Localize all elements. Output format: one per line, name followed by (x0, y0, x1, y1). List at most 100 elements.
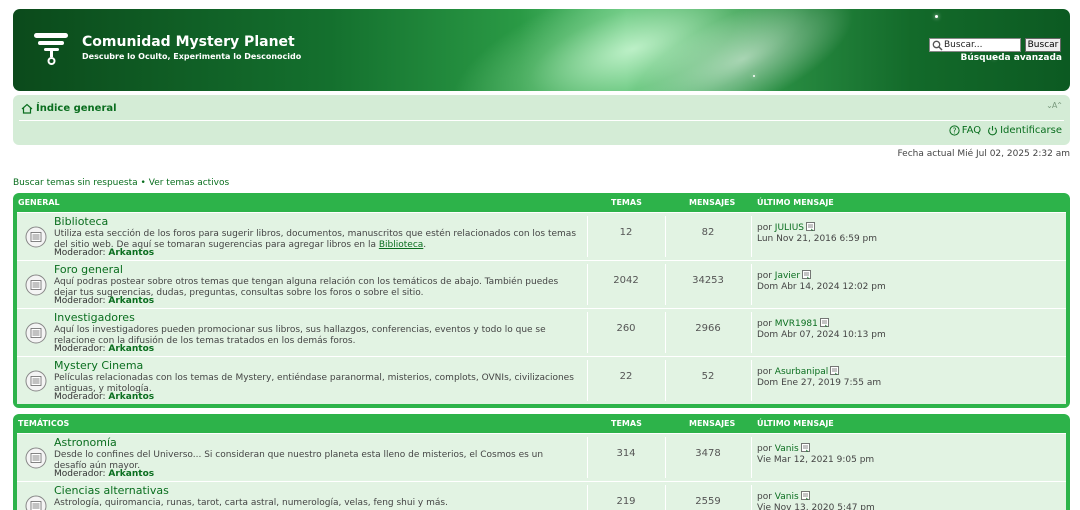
last-post-info: por MVR1981 Dom Abr 07, 2024 10:13 pm (757, 318, 886, 340)
svg-text:?: ? (952, 126, 956, 135)
last-post-info: por Vanis Vie Nov 13, 2020 5:47 pm (757, 491, 875, 510)
posts-column-header: MENSAJES (689, 419, 736, 428)
category-block: TEMÁTICOS TEMAS MENSAJES ÚLTIMO MENSAJE Astr… (13, 414, 1070, 510)
view-last-post-icon[interactable] (802, 270, 811, 279)
forum-title-link[interactable]: Foro general (54, 263, 123, 276)
last-post-author-link[interactable]: Asurbanipal (775, 367, 828, 377)
last-post-author-link[interactable]: Vanis (775, 444, 799, 454)
view-last-post-icon[interactable] (830, 366, 840, 375)
last-post-author-link[interactable]: JULIUS (775, 223, 804, 233)
font-resize-icon[interactable]: ⌄A⌃ (1046, 101, 1063, 110)
unanswered-topics-link[interactable]: Buscar temas sin respuesta (13, 178, 138, 188)
faq-link[interactable]: ? FAQ (949, 125, 981, 136)
category-header: TEMÁTICOS TEMAS MENSAJES ÚLTIMO MENSAJE (17, 414, 1066, 433)
search-box[interactable] (929, 38, 1021, 52)
forum-moderator: Moderador: Arkantos (54, 296, 155, 306)
advanced-search-link[interactable]: Búsqueda avanzada (961, 53, 1062, 63)
view-last-post-icon[interactable] (800, 491, 810, 500)
forum-title-link[interactable]: Mystery Cinema (54, 359, 143, 372)
view-last-post-icon[interactable] (806, 222, 815, 231)
view-last-post-icon[interactable] (819, 318, 829, 327)
header-star (753, 75, 755, 77)
search-input[interactable] (944, 40, 1020, 50)
moderator-link[interactable]: Arkantos (108, 344, 154, 354)
posts-count: 52 (701, 371, 715, 382)
last-post-date: Dom Abr 07, 2024 10:13 pm (757, 330, 886, 340)
last-post-column-header: ÚLTIMO MENSAJE (757, 419, 834, 428)
search-icon (932, 40, 943, 51)
forum-description: Astrología, quiromancia, runas, tarot, c… (54, 498, 448, 508)
moderator-link[interactable]: Arkantos (108, 392, 154, 402)
current-date: Fecha actual Mié Jul 02, 2025 2:32 am (897, 149, 1071, 159)
topics-count: 12 (619, 227, 633, 238)
category-header: GENERAL TEMAS MENSAJES ÚLTIMO MENSAJE (17, 193, 1066, 212)
login-link[interactable]: Identificarse (987, 125, 1062, 136)
navbar-divider (19, 120, 1064, 121)
topics-column-header: TEMAS (611, 419, 642, 428)
posts-count: 3478 (695, 448, 721, 459)
category-block: GENERAL TEMAS MENSAJES ÚLTIMO MENSAJE Biblio… (13, 193, 1070, 408)
forum-description-link[interactable]: Biblioteca (379, 240, 423, 250)
last-post-author-link[interactable]: MVR1981 (775, 319, 818, 329)
last-post-date: Vie Mar 12, 2021 9:05 pm (757, 455, 875, 465)
forum-title-link[interactable]: Investigadores (54, 311, 135, 324)
active-topics-link[interactable]: Ver temas activos (149, 178, 229, 188)
forum-moderator: Moderador: Arkantos (54, 392, 155, 402)
navbar: Índice general ⌄A⌃ ? FAQ Identificarse (13, 95, 1070, 145)
topics-count: 219 (616, 496, 636, 507)
forum-read-icon (25, 495, 47, 510)
forum-title-link[interactable]: Astronomía (54, 436, 117, 449)
question-icon: ? (949, 125, 960, 136)
column-divider (751, 264, 752, 305)
forum-moderator: Moderador: Arkantos (54, 248, 155, 258)
last-post-date: Dom Ene 27, 2019 7:55 am (757, 378, 882, 388)
forum-title-link[interactable]: Ciencias alternativas (54, 484, 169, 497)
site-description: Descubre lo Oculto, Experimenta lo Desco… (82, 52, 302, 61)
column-divider (751, 216, 752, 257)
forum-read-icon (25, 447, 47, 469)
last-post-info: por Asurbanipal Dom Ene 27, 2019 7:55 am (757, 366, 882, 388)
last-post-author-link[interactable]: Javier (775, 271, 800, 281)
column-divider (751, 360, 752, 401)
column-divider (751, 437, 752, 478)
topics-count: 314 (616, 448, 636, 459)
forum-moderator: Moderador: Arkantos (54, 469, 155, 479)
last-post-column-header: ÚLTIMO MENSAJE (757, 198, 834, 207)
topics-column-header: TEMAS (611, 198, 642, 207)
site-header: Comunidad Mystery Planet Descubre lo Ocu… (13, 9, 1070, 91)
forum-title-link[interactable]: Biblioteca (54, 215, 108, 228)
posts-count: 82 (701, 227, 715, 238)
last-post-author-link[interactable]: Vanis (775, 492, 799, 502)
forum-row: Astronomía Desde lo confines del Universo… (17, 433, 1066, 481)
moderator-link[interactable]: Arkantos (108, 248, 154, 258)
ufo-logo-icon[interactable] (33, 31, 71, 65)
topics-count: 260 (616, 323, 636, 334)
moderator-link[interactable]: Arkantos (108, 296, 154, 306)
breadcrumb-home[interactable]: Índice general (21, 103, 117, 114)
view-last-post-icon[interactable] (800, 443, 810, 452)
search-button[interactable]: Buscar (1025, 38, 1061, 52)
site-title[interactable]: Comunidad Mystery Planet (82, 34, 295, 50)
navbar-links: ? FAQ Identificarse (949, 125, 1062, 136)
forum-moderator: Moderador: Arkantos (54, 344, 155, 354)
category-title[interactable]: TEMÁTICOS (18, 419, 69, 428)
forum-read-icon (25, 274, 47, 296)
column-divider (751, 485, 752, 510)
forum-row: Foro general Aquí podras postear sobre ot… (17, 260, 1066, 308)
forum-row: Mystery Cinema Películas relacionadas con… (17, 356, 1066, 404)
forum-row: Biblioteca Utiliza esta sección de los fo… (17, 212, 1066, 260)
faq-label: FAQ (961, 125, 982, 136)
forum-row: Investigadores Aquí los investigadores pu… (17, 308, 1066, 356)
posts-count: 2966 (695, 323, 721, 334)
breadcrumb-label: Índice general (36, 103, 117, 114)
column-divider (751, 312, 752, 353)
last-post-date: Dom Abr 14, 2024 12:02 pm (757, 282, 886, 292)
forum-read-icon (25, 226, 47, 248)
last-post-date: Vie Nov 13, 2020 5:47 pm (757, 503, 875, 510)
category-title[interactable]: GENERAL (18, 198, 60, 207)
quick-links: Buscar temas sin respuesta • Ver temas a… (13, 178, 229, 188)
posts-count: 2559 (695, 496, 721, 507)
home-icon (21, 103, 33, 114)
moderator-link[interactable]: Arkantos (108, 469, 154, 479)
power-icon (988, 126, 998, 136)
